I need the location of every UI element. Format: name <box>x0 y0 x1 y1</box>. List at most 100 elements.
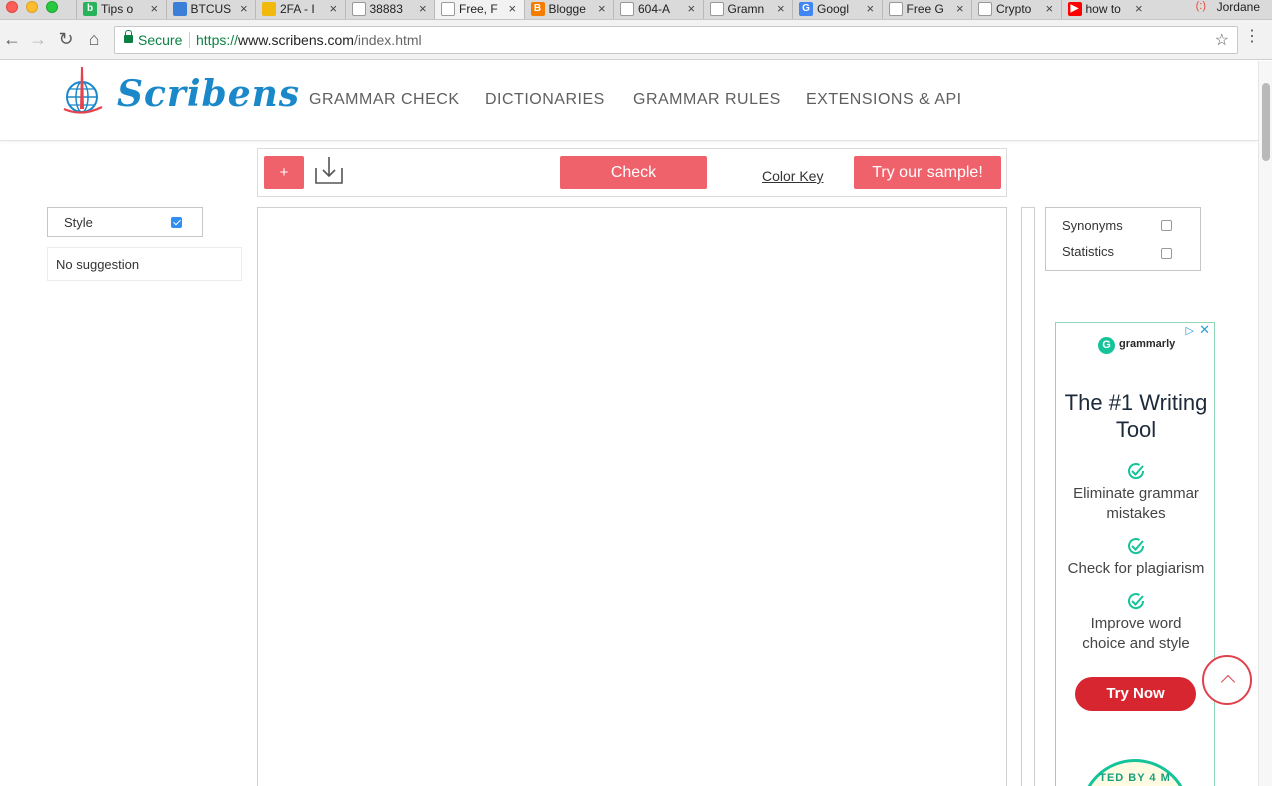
tab-close-icon[interactable]: × <box>509 1 517 16</box>
tab-title: Free G <box>906 2 944 16</box>
tab-favicon-icon <box>978 2 992 16</box>
tab-title: 604-A <box>638 2 671 16</box>
nav-grammar-check[interactable]: GRAMMAR CHECK <box>309 91 460 109</box>
profile-icon[interactable]: (:) <box>1196 0 1206 12</box>
close-icon[interactable]: ✕ <box>1199 323 1210 338</box>
nav-dictionaries[interactable]: DICTIONARIES <box>485 91 605 109</box>
tab-favicon-icon <box>262 2 276 16</box>
checkmark-icon <box>1128 593 1145 610</box>
synonyms-label: Synonyms <box>1062 218 1123 233</box>
scribens-logo[interactable]: Scribens <box>62 65 299 121</box>
browser-tab[interactable]: Free, F × <box>434 0 524 19</box>
profile-name[interactable]: Jordane <box>1217 0 1260 14</box>
tab-close-icon[interactable]: × <box>688 1 696 16</box>
award-badge: TED BY 4 M <box>1080 759 1190 786</box>
tab-title: Googl <box>817 2 850 16</box>
tab-title: BTCUS <box>190 2 232 16</box>
url-text[interactable]: https://www.scribens.com/index.html <box>196 32 422 48</box>
browser-tab[interactable]: 2FA - I × <box>255 0 345 19</box>
statistics-checkbox[interactable] <box>1161 248 1172 259</box>
url-scheme: https:// <box>196 32 239 48</box>
tab-title: Free, F <box>459 2 498 16</box>
browser-tab[interactable]: 38883 × <box>344 0 435 19</box>
browser-toolbar: ← → ↻ ⌂ Secure https://www.scribens.com/… <box>0 20 1272 60</box>
browser-tab[interactable]: Crypto × <box>971 0 1061 19</box>
browser-tab[interactable]: Free G × <box>881 0 972 19</box>
nav-grammar-rules[interactable]: GRAMMAR RULES <box>633 91 781 109</box>
tab-close-icon[interactable]: × <box>330 1 338 16</box>
grammarly-ad[interactable]: ▷ ✕ G grammarly The #1 Writing Tool Elim… <box>1055 322 1215 786</box>
suggestion-text: No suggestion <box>56 257 140 272</box>
url-host: www.scribens.com <box>238 32 354 48</box>
back-to-top-button[interactable] <box>1202 655 1252 705</box>
download-icon[interactable] <box>313 154 345 186</box>
lock-icon <box>124 30 133 43</box>
tab-favicon-icon: ▶ <box>1067 2 1082 16</box>
tab-favicon-icon <box>888 2 903 16</box>
tab-close-icon[interactable]: × <box>867 1 875 16</box>
ad-feature-2: Check for plagiarism <box>1067 560 1205 577</box>
home-icon[interactable]: ⌂ <box>84 28 104 50</box>
suggestion-panel: No suggestion <box>47 247 242 281</box>
statistics-label: Statistics <box>1062 244 1115 259</box>
check-button[interactable]: Check <box>560 156 707 189</box>
style-filter: Style <box>47 207 203 237</box>
try-now-button[interactable]: Try Now <box>1075 677 1196 711</box>
browser-tab[interactable]: ▶ how to × <box>1060 0 1151 19</box>
try-sample-button[interactable]: Try our sample! <box>854 156 1001 189</box>
browser-tab-strip: b Tips o × BTCUS × 2FA - I × 38883 × Free, F × B Blo… <box>0 0 1272 20</box>
browser-tab[interactable]: 604-A × <box>613 0 703 19</box>
tab-favicon-icon: G <box>799 2 813 16</box>
address-divider <box>189 32 190 48</box>
synonyms-checkbox[interactable] <box>1161 220 1172 231</box>
tab-title: Tips o <box>101 2 134 16</box>
bookmark-star-icon[interactable]: ☆ <box>1215 30 1229 50</box>
tab-close-icon[interactable]: × <box>598 1 606 16</box>
adchoices-icon[interactable]: ▷ <box>1186 324 1194 337</box>
tab-close-icon[interactable]: × <box>151 1 159 16</box>
editor-side-strip <box>1021 207 1035 786</box>
tab-title: how to <box>1085 2 1121 16</box>
site-header: Scribens GRAMMAR CHECK DICTIONARIES GRAM… <box>0 61 1258 141</box>
tab-title: Crypto <box>996 2 1032 16</box>
tab-title: 2FA - I <box>280 2 315 16</box>
window-close-button[interactable] <box>6 1 18 13</box>
badge-text: TED BY 4 M <box>1099 772 1171 784</box>
scroll-thumb[interactable] <box>1262 83 1270 161</box>
tab-close-icon[interactable]: × <box>240 1 248 16</box>
browser-tab[interactable]: G Googl × <box>792 0 882 19</box>
tab-title: 38883 <box>369 2 403 16</box>
logo-wordmark: Scribens <box>117 73 301 115</box>
browser-tab[interactable]: Gramn × <box>702 0 793 19</box>
page-scrollbar[interactable] <box>1258 61 1272 786</box>
browser-tab[interactable]: b Tips o × <box>76 0 166 19</box>
browser-menu-icon[interactable]: ⋮ <box>1244 29 1260 45</box>
nav-extensions-api[interactable]: EXTENSIONS & API <box>806 91 962 109</box>
tab-close-icon[interactable]: × <box>777 1 785 16</box>
tab-close-icon[interactable]: × <box>419 1 427 16</box>
add-text-button[interactable]: + <box>264 156 304 189</box>
forward-arrow-icon[interactable]: → <box>28 28 48 50</box>
text-editor[interactable] <box>257 207 1007 786</box>
grammarly-logo-icon: G <box>1098 337 1115 354</box>
window-zoom-button[interactable] <box>46 1 58 13</box>
style-checkbox[interactable] <box>171 217 182 228</box>
color-key-link[interactable]: Color Key <box>762 168 823 184</box>
tab-favicon-icon: B <box>530 2 545 16</box>
browser-tab[interactable]: BTCUS × <box>165 0 256 19</box>
tab-title: Gramn <box>727 2 765 16</box>
tab-close-icon[interactable]: × <box>956 1 964 16</box>
tab-close-icon[interactable]: × <box>1046 1 1054 16</box>
browser-tab[interactable]: B Blogge × <box>523 0 614 19</box>
back-arrow-icon[interactable]: ← <box>2 28 22 50</box>
window-minimize-button[interactable] <box>26 1 38 13</box>
ad-headline: The #1 Writing Tool <box>1064 390 1208 442</box>
tab-favicon-icon <box>351 2 366 16</box>
address-bar[interactable]: Secure https://www.scribens.com/index.ht… <box>114 26 1238 54</box>
page-content: Scribens GRAMMAR CHECK DICTIONARIES GRAM… <box>0 61 1258 786</box>
style-label: Style <box>64 215 93 230</box>
reload-icon[interactable]: ↻ <box>56 28 76 50</box>
tab-favicon-icon: b <box>83 2 97 16</box>
tab-favicon-icon <box>441 2 455 16</box>
tab-close-icon[interactable]: × <box>1135 1 1143 16</box>
